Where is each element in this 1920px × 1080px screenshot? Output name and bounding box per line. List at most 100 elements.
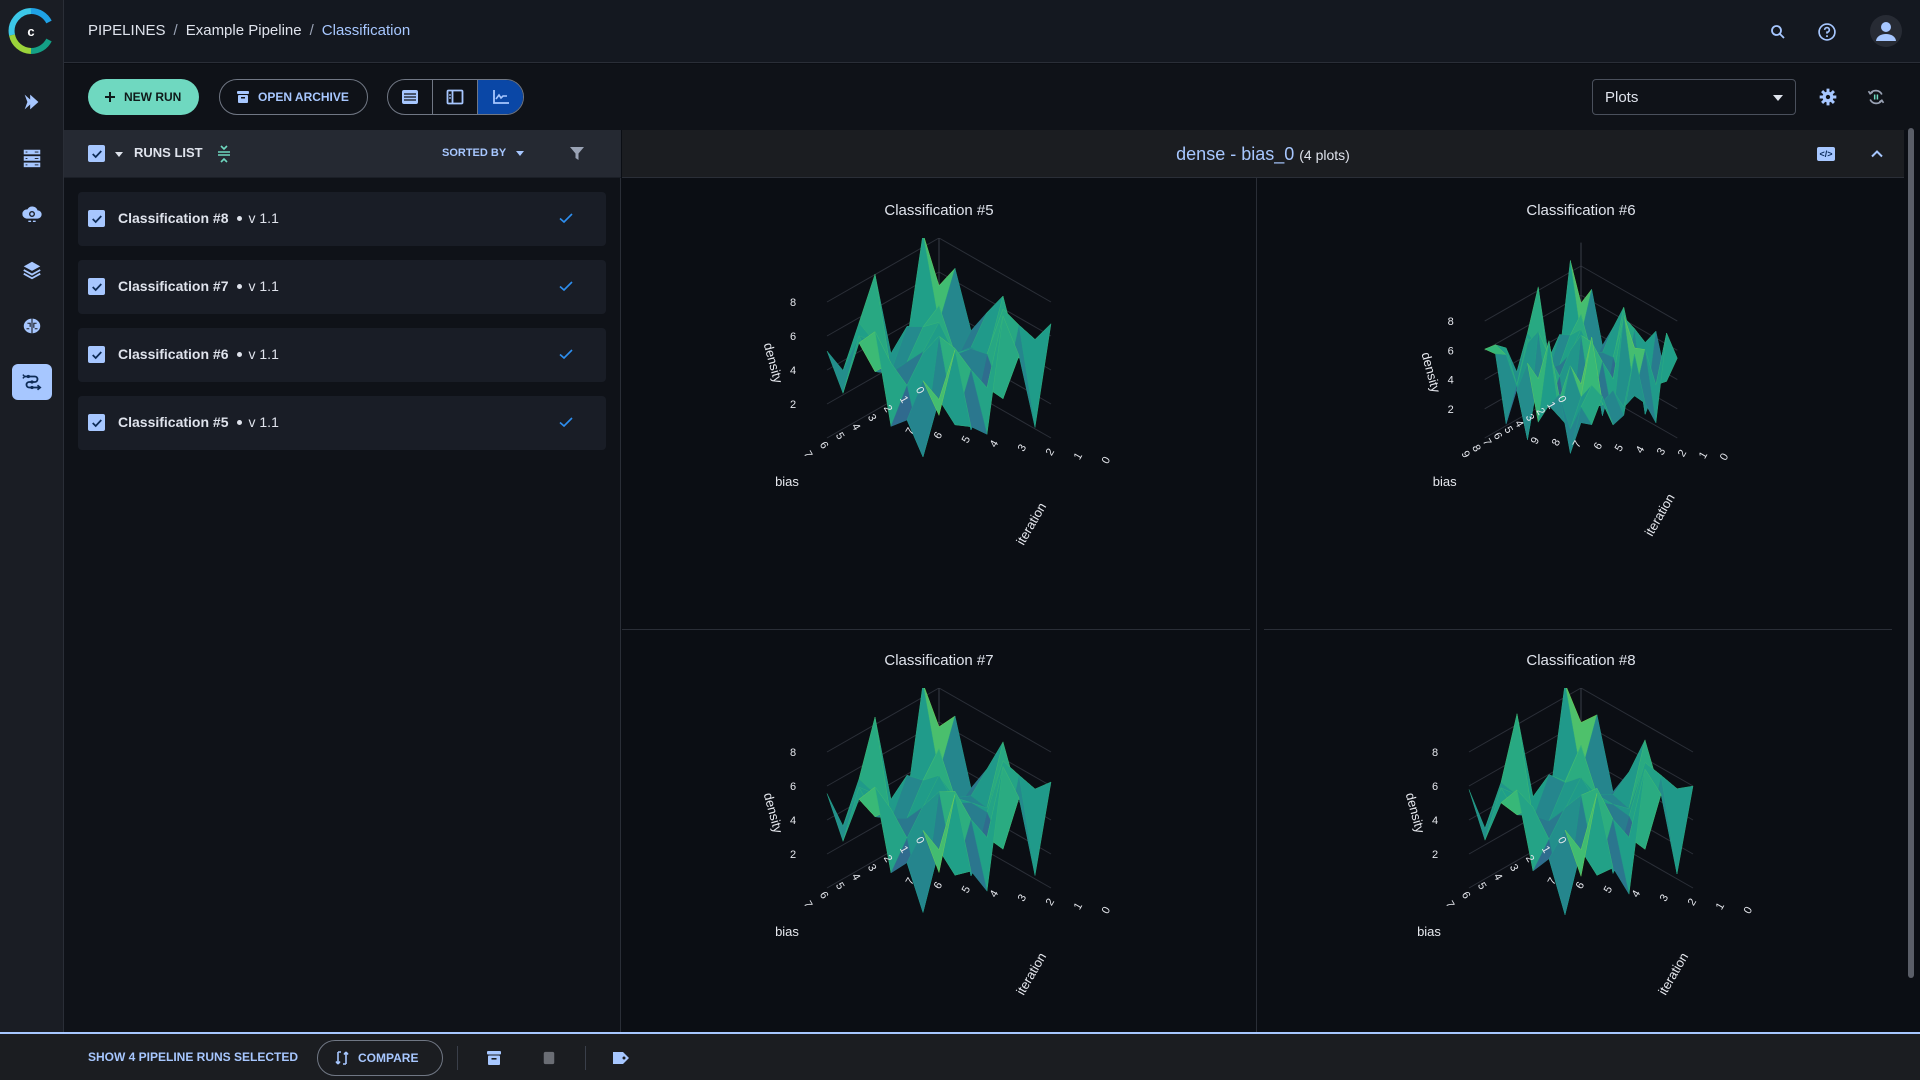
plot-card: Classification #5 2 4 6 8 0 1 2 3 4 5 6 7 0 1 2 3 4 5 6 7 den… [622, 178, 1256, 628]
archive-icon [237, 91, 249, 103]
show-selected-runs-link[interactable]: SHOW 4 PIPELINE RUNS SELECTED [88, 1050, 298, 1064]
open-archive-button[interactable]: OPEN ARCHIVE [219, 79, 368, 115]
y-axis-title: iteration [1655, 950, 1691, 998]
plot-title: Classification #7 [884, 652, 994, 669]
list-view-icon [402, 90, 418, 104]
settings-button[interactable] [1816, 85, 1840, 109]
archive-selected-button[interactable] [484, 1048, 504, 1068]
z-tick-label: 8 [790, 297, 796, 309]
user-avatar[interactable] [1870, 15, 1902, 47]
nav-item-models[interactable] [12, 308, 52, 344]
run-name: Classification #5 [118, 414, 229, 430]
new-run-button[interactable]: NEW RUN [88, 79, 200, 115]
surface-plot[interactable]: 24680123456701234567densitybiasiteration [622, 238, 1256, 628]
select-all-checkbox[interactable] [88, 145, 105, 162]
gear-icon [1819, 88, 1837, 106]
embed-code-button[interactable]: </> [1817, 147, 1835, 161]
plot-title: Classification #6 [1526, 202, 1636, 219]
x-axis-title: bias [1433, 474, 1457, 489]
y-axis-title: iteration [1642, 491, 1678, 539]
run-title: Classification #5 v 1.1 [118, 414, 279, 430]
plot-grid-divider [1264, 629, 1892, 630]
run-list-item[interactable]: Classification #6 v 1.1 [78, 328, 606, 382]
surface-plot[interactable]: 24680123456701234567densitybiasiteration [622, 688, 1256, 1078]
plot-group-count: (4 plots) [1299, 147, 1350, 163]
status-completed-icon [559, 213, 573, 224]
compare-button[interactable]: COMPARE [317, 1040, 444, 1076]
plots-scrollbar[interactable] [1908, 128, 1914, 978]
z-tick-label: 4 [1448, 375, 1454, 387]
logo-icon: c [8, 7, 52, 55]
nav-item-pipelines-home[interactable] [12, 84, 52, 120]
run-list-item[interactable]: Classification #8 v 1.1 [78, 192, 606, 246]
filter-icon[interactable] [569, 145, 585, 161]
y-tick-label: 0 [1100, 905, 1113, 916]
select-menu-caret-icon[interactable] [115, 152, 123, 157]
run-title: Classification #8 v 1.1 [118, 210, 279, 226]
stop-selected-button[interactable] [539, 1048, 559, 1068]
separator-dot [236, 351, 242, 357]
y-tick-label: 6 [932, 880, 945, 891]
breadcrumb-current[interactable]: Classification [322, 22, 410, 39]
x-tick-label: 7 [1443, 899, 1456, 910]
x-tick-label: 7 [801, 899, 814, 910]
run-checkbox[interactable] [88, 210, 105, 227]
section-select[interactable]: Plots [1592, 79, 1796, 115]
tag-selected-button[interactable] [611, 1048, 631, 1068]
y-tick-label: 6 [1574, 880, 1587, 891]
view-details-button[interactable] [433, 80, 478, 114]
run-checkbox[interactable] [88, 278, 105, 295]
nav-item-orchestration[interactable] [12, 196, 52, 232]
z-tick-label: 4 [790, 815, 796, 827]
chevron-up-icon[interactable] [1869, 146, 1885, 162]
z-tick-label: 8 [1448, 316, 1454, 328]
run-version: v 1.1 [248, 346, 279, 362]
selection-footer: SHOW 4 PIPELINE RUNS SELECTED COMPARE [0, 1032, 1920, 1080]
app-logo[interactable]: c [8, 7, 54, 55]
run-version: v 1.1 [248, 278, 279, 294]
run-list-item[interactable]: Classification #7 v 1.1 [78, 260, 606, 314]
surface-plot[interactable]: 24680123456701234567densitybiasiteration [1264, 688, 1898, 1078]
y-tick-label: 1 [1697, 450, 1710, 461]
z-axis-title: density [1403, 791, 1428, 835]
y-tick-label: 6 [932, 430, 945, 441]
open-archive-label: OPEN ARCHIVE [258, 90, 349, 104]
breadcrumb-separator: / [309, 22, 314, 39]
compare-arrows-icon [335, 1051, 349, 1065]
breadcrumb-project[interactable]: Example Pipeline [186, 22, 302, 39]
x-tick-label: 6 [817, 440, 830, 451]
plot-card: Classification #7 2 4 6 8 0 1 2 3 4 5 6 7 0 1 2 3 4 5 6 7 den… [622, 628, 1256, 1078]
run-checkbox[interactable] [88, 414, 105, 431]
view-table-button[interactable] [388, 80, 433, 114]
runs-list-panel: RUNS LIST SORTED BY Classification #8 v 1… [64, 130, 621, 1032]
plot-card: Classification #8 2 4 6 8 0 1 2 3 4 5 6 7 0 1 2 3 4 5 6 7 den… [1264, 628, 1898, 1078]
x-tick-label: 6 [817, 890, 830, 901]
nav-item-model-layers[interactable] [12, 252, 52, 288]
nav-rail: c [0, 0, 64, 1032]
z-axis-title: density [1418, 351, 1443, 395]
y-tick-label: 5 [960, 434, 973, 445]
search-button[interactable] [1764, 18, 1792, 46]
separator-dot [236, 283, 242, 289]
checkmark-icon [91, 282, 102, 291]
auto-refresh-button[interactable] [1864, 85, 1888, 109]
help-icon [1818, 23, 1836, 41]
collapse-rows-icon[interactable] [216, 144, 232, 164]
y-tick-label: 1 [1714, 901, 1727, 912]
footer-divider [457, 1046, 458, 1070]
surface-plot[interactable]: 24680123456789 0123456789densitybiasitera… [1264, 238, 1898, 628]
sort-by-dropdown[interactable]: SORTED BY [442, 147, 525, 159]
nav-item-pipelines[interactable] [12, 364, 52, 400]
z-tick-label: 2 [1448, 404, 1454, 416]
plot-title: Classification #5 [884, 202, 994, 219]
run-list-item[interactable]: Classification #5 v 1.1 [78, 396, 606, 450]
breadcrumb-pipelines[interactable]: PIPELINES [88, 22, 166, 39]
z-tick-label: 4 [1432, 815, 1438, 827]
view-plots-button[interactable] [478, 80, 523, 114]
checkmark-icon [91, 418, 102, 427]
nav-item-datasets[interactable] [12, 140, 52, 176]
help-button[interactable] [1813, 18, 1841, 46]
search-icon [1771, 25, 1785, 39]
plot-card: Classification #6 2 4 6 8 0 1 2 3 4 5 6 7 8 9 0 1 2 3 4 5 6 7 8… [1264, 178, 1898, 628]
run-checkbox[interactable] [88, 346, 105, 363]
